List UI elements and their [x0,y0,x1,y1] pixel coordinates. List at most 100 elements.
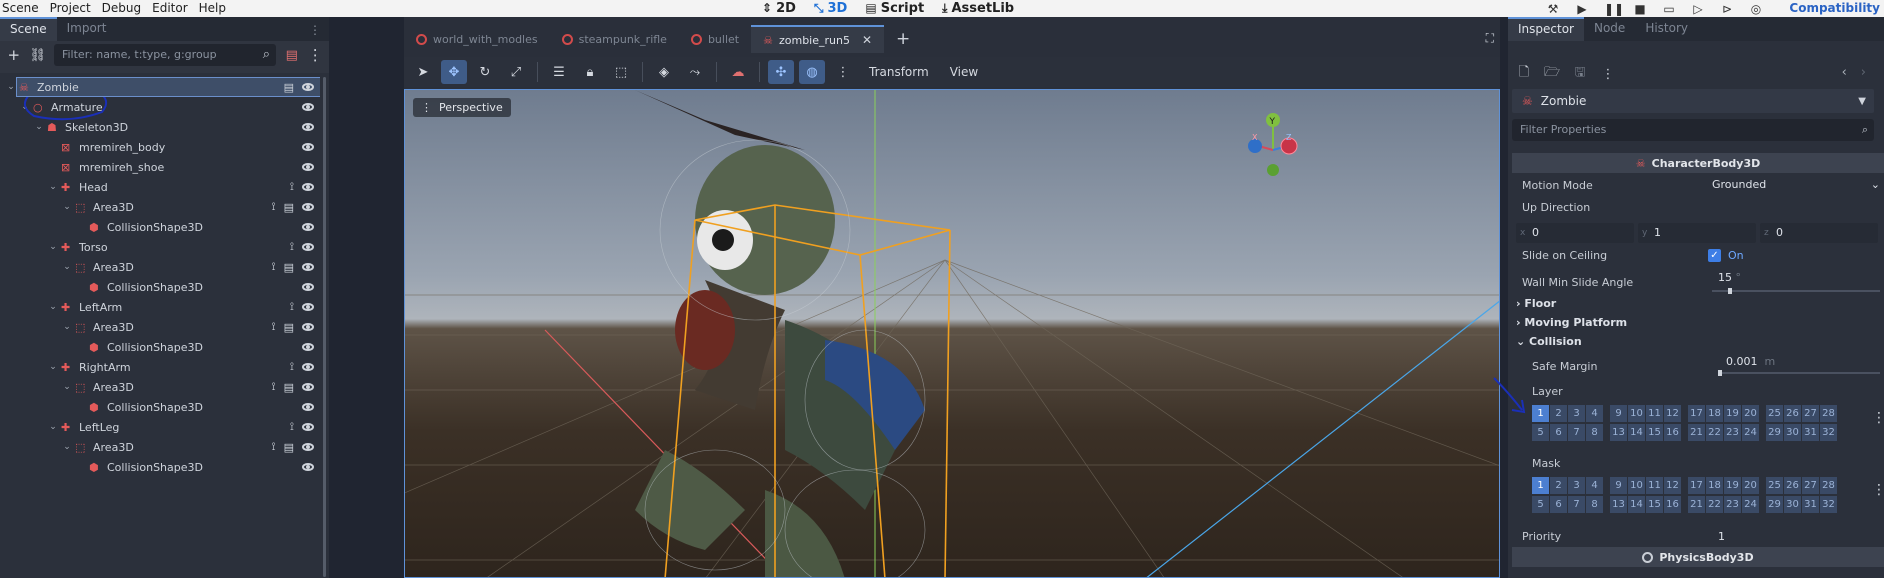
mask-bit[interactable]: 26 [1784,477,1801,494]
tree-row[interactable]: ⌄ ⬚ Area3D ⟟ ▤ [0,377,320,397]
layer-bit[interactable]: 31 [1802,424,1819,441]
group-icon[interactable]: ⬚ [608,60,634,84]
tab-node[interactable]: Node [1584,17,1635,41]
movie-icon[interactable]: ◎ [1749,2,1763,16]
scene-filter-input[interactable]: Filter: name, t:type, g:group ⌕ [53,44,277,66]
tree-row[interactable]: ⬢ CollisionShape3D [0,217,320,237]
layer-bit[interactable]: 21 [1688,424,1705,441]
mask-bit[interactable]: 17 [1688,477,1705,494]
visibility-eye-icon[interactable] [302,143,314,151]
visibility-eye-icon[interactable] [302,463,314,471]
layer-bit[interactable]: 29 [1766,424,1783,441]
chevron-down-icon[interactable]: ⌄ [62,202,72,212]
tree-row[interactable]: ⬢ CollisionShape3D [0,457,320,477]
mask-bit[interactable]: 31 [1802,496,1819,513]
visibility-eye-icon[interactable] [302,443,314,451]
mask-bit[interactable]: 20 [1742,477,1759,494]
signal-icon[interactable]: ⟟ [290,360,294,374]
scene-tab-zombie[interactable]: ☠ zombie_run5 ✕ [751,25,885,53]
layer-bit[interactable]: 18 [1706,405,1723,422]
layer-bit[interactable]: 26 [1784,405,1801,422]
visibility-eye-icon[interactable] [302,303,314,311]
screen-assetlib-button[interactable]: ⤓ AssetLib [942,0,1014,17]
more-icon[interactable]: ⋮ [830,60,856,84]
chevron-down-icon[interactable]: ⌄ [62,322,72,332]
group-moving-platform[interactable]: › Moving Platform [1516,316,1627,329]
mask-bit[interactable]: 4 [1586,477,1603,494]
script-icon[interactable]: ▤ [284,381,294,394]
tab-inspector[interactable]: Inspector [1508,17,1584,41]
menu-transform[interactable]: Transform [861,65,937,79]
tree-row[interactable]: ⌄ ⬚ Area3D ⟟ ▤ [0,257,320,277]
mask-bit[interactable]: 13 [1610,496,1627,513]
layer-bit[interactable]: 20 [1742,405,1759,422]
rotate-icon[interactable]: ↻ [472,60,498,84]
layer-bit[interactable]: 7 [1568,424,1585,441]
layer-bit[interactable]: 13 [1610,424,1627,441]
layer-bit[interactable]: 32 [1820,424,1837,441]
scale-icon[interactable]: ⤢ [503,60,529,84]
collision-layer-grid[interactable]: 1 2 3 4 5 6 7 8 9 10 11 12 13 14 15 16 17 18 19 20 21 22 23 24 2… [1532,405,1852,441]
priority-value[interactable]: 1 [1718,530,1725,543]
menu-debug[interactable]: Debug [97,0,147,17]
layer-bit[interactable]: 2 [1550,405,1567,422]
menu-help[interactable]: Help [194,0,232,17]
screen-3d-button[interactable]: ⤡ 3D [814,0,847,17]
layer-bit[interactable]: 5 [1532,424,1549,441]
menu-project[interactable]: Project [45,0,97,17]
layer-bit[interactable]: 4 [1586,405,1603,422]
tree-row[interactable]: ⌄ ✚ Head ⟟ [0,177,320,197]
mask-bit[interactable]: 12 [1664,477,1681,494]
mask-bit[interactable]: 5 [1532,496,1549,513]
mask-bit[interactable]: 18 [1706,477,1723,494]
slide-on-ceiling-checkbox[interactable]: ✓ [1708,249,1721,262]
preview-sun-icon[interactable]: ☁ [725,60,751,84]
signal-icon[interactable]: ⟟ [290,180,294,194]
layer-bit[interactable]: 22 [1706,424,1723,441]
tree-row[interactable]: ⬢ CollisionShape3D [0,397,320,417]
signal-icon[interactable]: ⟟ [272,200,276,214]
renderer-selector[interactable]: Compatibility [1789,0,1880,17]
layer-bit[interactable]: 3 [1568,405,1585,422]
visibility-eye-icon[interactable] [302,203,314,211]
add-tab-icon[interactable]: + [896,29,910,49]
tree-row[interactable]: ⌄ ⬚ Area3D ⟟ ▤ [0,197,320,217]
signal-icon[interactable]: ⟟ [272,320,276,334]
lock-icon[interactable]: 🔒︎ [577,60,603,84]
new-resource-icon[interactable]: 🗋︎ [1516,63,1532,85]
tree-row[interactable]: ⌄ ○ Armature [0,97,320,117]
mask-bit[interactable]: 29 [1766,496,1783,513]
script-icon[interactable]: ▤ [284,261,294,274]
pause-icon[interactable]: ❚❚ [1604,2,1624,16]
motion-mode-dropdown[interactable]: Grounded ⌄ [1708,175,1884,195]
visibility-eye-icon[interactable] [302,343,314,351]
group-collision[interactable]: ⌄ Collision [1516,335,1582,348]
mask-bit[interactable]: 16 [1664,496,1681,513]
up-direction-y-field[interactable]: y1 [1638,223,1756,243]
scene-tree-scrollbar[interactable] [320,73,329,578]
tree-row[interactable]: ⌄ ✚ RightArm ⟟ [0,357,320,377]
screen-2d-button[interactable]: ⇕ 2D [762,0,796,17]
mask-bit[interactable]: 10 [1628,477,1645,494]
hammer-icon[interactable]: ⚒ [1546,2,1560,16]
layer-bit[interactable]: 10 [1628,405,1645,422]
scene-tab-bullet[interactable]: bullet [679,25,751,53]
tree-row[interactable]: ⌄ ✚ Torso ⟟ [0,237,320,257]
tree-row[interactable]: ⊠ mremireh_body [0,137,320,157]
inspected-object[interactable]: ☠ Zombie ▼ [1512,89,1874,113]
mask-bit[interactable]: 7 [1568,496,1585,513]
layer-bit[interactable]: 17 [1688,405,1705,422]
mask-bit[interactable]: 2 [1550,477,1567,494]
mask-bit[interactable]: 14 [1628,496,1645,513]
mask-bit[interactable]: 23 [1724,496,1741,513]
chevron-down-icon[interactable]: ⌄ [48,362,58,372]
visibility-eye-icon[interactable] [302,323,314,331]
signal-icon[interactable]: ⟟ [290,240,294,254]
wall-min-slide-angle-field[interactable]: 15 ° [1718,271,1741,284]
chevron-down-icon[interactable]: ⌄ [6,82,16,92]
layer-bit[interactable]: 25 [1766,405,1783,422]
play-scene-icon[interactable]: ▷ [1691,2,1705,16]
chevron-down-icon[interactable]: ⌄ [20,102,30,112]
layer-bit[interactable]: 24 [1742,424,1759,441]
tree-row[interactable]: ⌄ ✚ LeftArm ⟟ [0,297,320,317]
